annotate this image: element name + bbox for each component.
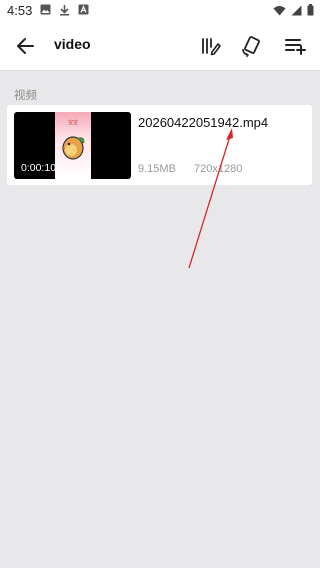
video-file-name: 20260422051942.mp4 (138, 115, 269, 130)
notification-icons (40, 4, 89, 16)
signal-icon (291, 5, 302, 15)
edit-list-icon (202, 38, 221, 56)
download-notification-icon (60, 5, 69, 16)
video-thumbnail[interactable]: 宝宝 0:00:10 (14, 112, 131, 179)
image-notification-icon (40, 4, 51, 15)
system-status-icons (273, 4, 314, 16)
rotate-icon (242, 36, 260, 58)
rotate-button[interactable] (240, 34, 264, 58)
app-notification-icon (78, 4, 89, 15)
add-to-playlist-button[interactable] (283, 34, 307, 58)
video-list-item[interactable]: 宝宝 0:00:10 20260422051942.mp4 9.15MB 720… (7, 105, 312, 185)
top-app-bar: video (0, 22, 320, 71)
video-file-size: 9.15MB (138, 163, 176, 175)
batch-edit-button[interactable] (199, 34, 223, 58)
page-title: video (54, 36, 91, 52)
cartoon-bird-icon (61, 136, 85, 160)
video-resolution: 720x1280 (194, 163, 243, 175)
annotation-arrow (188, 128, 233, 269)
thumbnail-frame: 宝宝 (55, 112, 91, 179)
back-button[interactable] (14, 34, 38, 58)
back-arrow-icon (17, 38, 34, 54)
thumbnail-caption: 宝宝 (67, 120, 78, 126)
wifi-icon (273, 5, 286, 15)
status-bar: 4:53 (0, 0, 320, 22)
video-duration: 0:00:10 (21, 162, 57, 174)
battery-icon (307, 4, 314, 16)
section-header: 视频 (14, 88, 37, 102)
status-time: 4:53 (7, 3, 33, 18)
playlist-add-icon (285, 39, 306, 55)
